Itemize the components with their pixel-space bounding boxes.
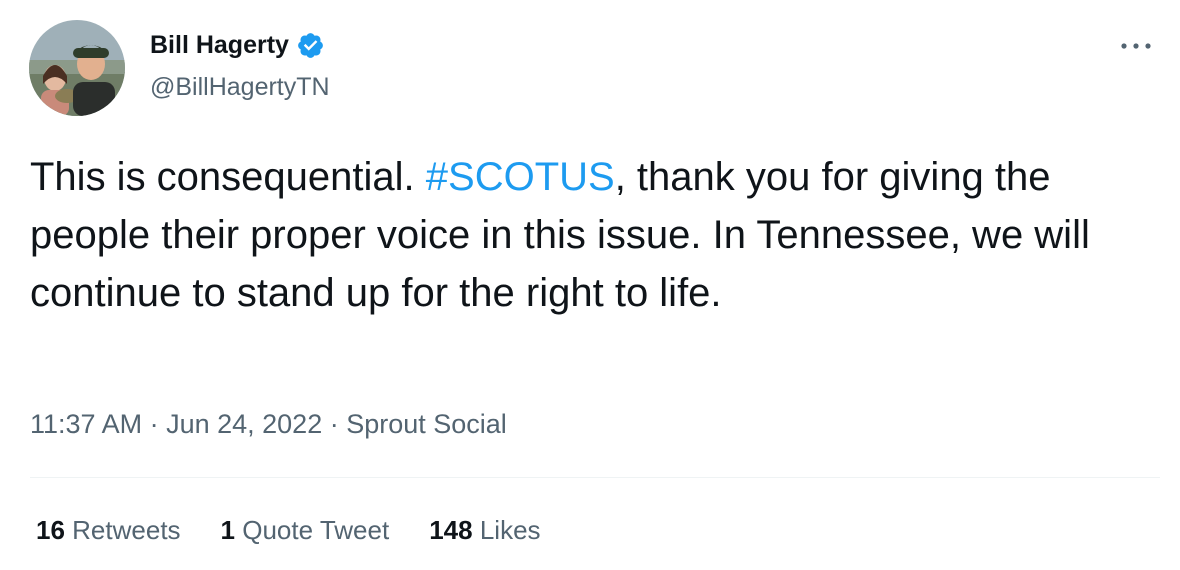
- tweet-meta: 11:37 AM · Jun 24, 2022 · Sprout Social: [30, 406, 507, 442]
- author-handle[interactable]: @BillHagertyTN: [150, 70, 330, 104]
- meta-separator: ·: [142, 409, 167, 439]
- retweets-label: Retweets: [72, 515, 181, 545]
- author-display-name[interactable]: Bill Hagerty: [150, 28, 289, 62]
- avatar-photo: [29, 20, 125, 116]
- tweet-card: Bill Hagerty @BillHagertyTN This is cons…: [0, 0, 1180, 570]
- tweet-stats: 16 Retweets 1 Quote Tweet 148 Likes: [36, 512, 541, 548]
- quote-tweets-label: Quote Tweet: [242, 515, 390, 545]
- more-options-button[interactable]: [1116, 34, 1156, 58]
- meta-separator: ·: [322, 409, 347, 439]
- tweet-date[interactable]: Jun 24, 2022: [166, 409, 322, 439]
- retweets-count: 16: [36, 515, 65, 545]
- likes-label: Likes: [479, 515, 541, 545]
- avatar[interactable]: [29, 20, 125, 116]
- tweet-text: This is consequential. #SCOTUS, thank yo…: [30, 148, 1160, 322]
- likes-stat[interactable]: 148 Likes: [429, 512, 540, 548]
- tweet-text-before: This is consequential.: [30, 155, 426, 199]
- tweet-time[interactable]: 11:37 AM: [30, 409, 142, 439]
- hashtag-link[interactable]: #SCOTUS: [426, 155, 615, 199]
- quote-tweets-stat[interactable]: 1 Quote Tweet: [221, 512, 390, 548]
- divider: [30, 477, 1160, 478]
- more-horizontal-icon: [1121, 43, 1151, 49]
- author-name-row: Bill Hagerty: [150, 28, 325, 62]
- retweets-stat[interactable]: 16 Retweets: [36, 512, 181, 548]
- verified-badge-icon: [298, 32, 323, 58]
- tweet-source[interactable]: Sprout Social: [346, 409, 507, 439]
- likes-count: 148: [429, 515, 473, 545]
- quote-tweets-count: 1: [220, 515, 236, 545]
